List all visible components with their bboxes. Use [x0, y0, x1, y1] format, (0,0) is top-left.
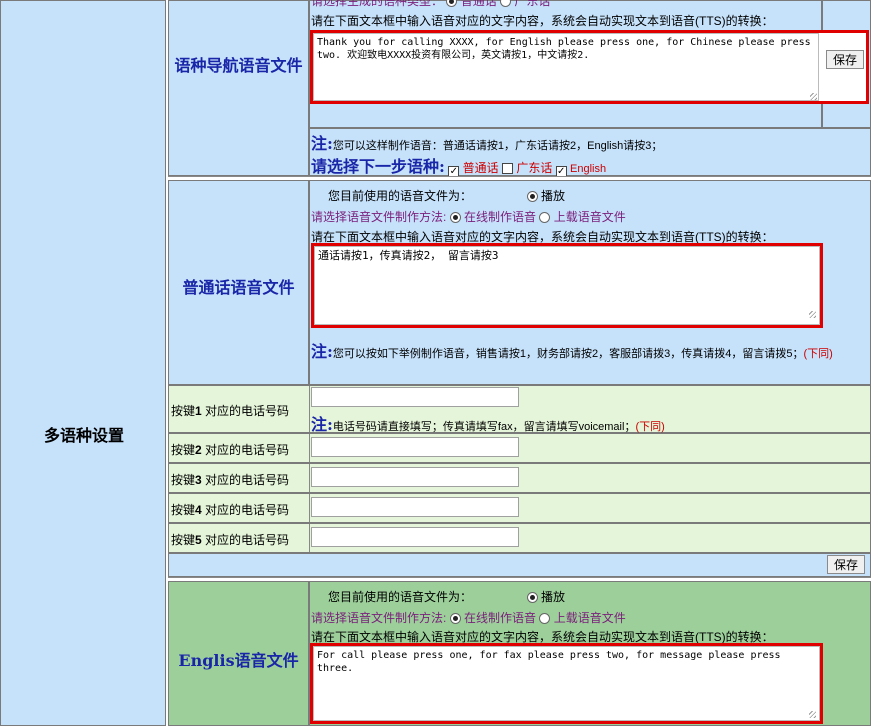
english-method-line: 请选择语音文件制作方法: 在线制作语音 上载语音文件: [311, 609, 626, 626]
english-upload-radio[interactable]: [539, 613, 551, 624]
next-opt-2-label: 广东话: [516, 161, 553, 175]
key-3-phone-input[interactable]: [311, 467, 519, 487]
mandarin-title-cell: 普通话语音文件: [168, 180, 309, 385]
english-section-title: Englis语音文件: [178, 651, 299, 670]
nav-save-button[interactable]: 保存: [826, 50, 864, 69]
nav-note-prefix: 注:: [311, 134, 333, 153]
key-row-5: 按键5 对应的电话号码: [168, 523, 871, 553]
key-row-5-label: 按键5 对应的电话号码: [171, 533, 290, 547]
key-row-3-label: 按键3 对应的电话号码: [171, 473, 290, 487]
english-title-cell: Englis语音文件: [168, 581, 309, 726]
multi-language-settings-label: 多语种设置: [43, 428, 124, 445]
key-row-2-label: 按键2 对应的电话号码: [171, 443, 290, 457]
english-current-file-label: 您目前使用的语音文件为：: [328, 590, 473, 604]
nav-note-line: 注:您可以这样制作语音：普通话请按1，广东话请按2，English请按3；: [311, 130, 662, 154]
key-5-phone-input[interactable]: [311, 527, 519, 547]
mandarin-upload-radio[interactable]: [539, 212, 551, 223]
english-play-radio[interactable]: [526, 592, 538, 603]
key-row-4-divider: [309, 494, 310, 522]
english-textarea-resize-grip[interactable]: [809, 711, 816, 718]
key-row-5-divider: [309, 524, 310, 552]
next-opt-2-checkbox[interactable]: [501, 163, 513, 174]
mandarin-textarea-resize-grip[interactable]: [809, 311, 816, 318]
nav-tts-instruction: 请在下面文本框中输入语音对应的文字内容，系统会自动实现文本到语音(TTS)的转换…: [311, 14, 774, 28]
partial-radio-2[interactable]: [500, 0, 512, 7]
nav-next-line: 请选择下一步语种: ✓ 普通话 广东话 ✓ English: [311, 153, 606, 177]
key-row-1-divider: [309, 386, 310, 432]
partial-opt2-label: 广东话: [514, 0, 551, 8]
key-row-4-label: 按键4 对应的电话号码: [171, 503, 290, 517]
nav-note-text: 您可以这样制作语音：普通话请按1，广东话请按2，English请按3；: [332, 140, 663, 152]
mandarin-save-button[interactable]: 保存: [827, 555, 865, 574]
key-2-phone-input[interactable]: [311, 437, 519, 457]
mandarin-play-radio[interactable]: [526, 191, 538, 202]
english-method-label: 请选择语音文件制作方法:: [311, 611, 447, 625]
english-play-label[interactable]: 播放: [541, 590, 565, 604]
nav-tts-textarea[interactable]: Thank you for calling XXXX, for English …: [313, 33, 819, 101]
english-online-radio[interactable]: [449, 613, 461, 624]
english-current-file-line: 您目前使用的语音文件为： 播放: [328, 588, 565, 605]
key-row-2-divider: [309, 434, 310, 462]
phone-note-text: 电话号码请直接填写；传真请填写fax，留言请填写voicemail；: [332, 421, 636, 433]
mandarin-note-line: 注:您可以按如下举例制作语音，销售请按1，财务部请按2，客服部请拨3，传真请拨4…: [311, 343, 867, 363]
mandarin-method-label: 请选择语音文件制作方法:: [311, 210, 447, 224]
key-row-4: 按键4 对应的电话号码: [168, 493, 871, 523]
nav-textarea-resize-grip[interactable]: [810, 93, 817, 100]
mandarin-section-title: 普通话语音文件: [182, 278, 295, 297]
english-online-label[interactable]: 在线制作语音: [464, 611, 536, 625]
mandarin-online-radio[interactable]: [449, 212, 461, 223]
mandarin-current-file-label: 您目前使用的语音文件为：: [328, 189, 473, 203]
partial-opt1-label: 普通话: [460, 0, 497, 8]
left-label-cell: 多语种设置: [0, 0, 166, 726]
key-row-2: 按键2 对应的电话号码: [168, 433, 871, 463]
english-tts-textarea[interactable]: For call please press one, for fax pleas…: [313, 646, 820, 721]
phone-note-line: 注:电话号码请直接填写；传真请填写fax，留言请填写voicemail；(下同): [311, 411, 665, 435]
mandarin-note-text: 您可以按如下举例制作语音，销售请按1，财务部请按2，客服部请拨3，传真请拨4，留…: [332, 348, 804, 360]
key-4-phone-input[interactable]: [311, 497, 519, 517]
key-row-3: 按键3 对应的电话号码: [168, 463, 871, 493]
phone-note-prefix: 注:: [311, 415, 333, 434]
english-upload-label[interactable]: 上载语音文件: [554, 611, 626, 625]
nav-section-title: 语种导航语音文件: [174, 56, 303, 75]
partial-line-text: 请选择生成的语种类型：: [311, 0, 444, 8]
phone-note-same: (下同): [635, 421, 665, 433]
partial-radio-1[interactable]: [446, 0, 458, 7]
mandarin-note-prefix: 注:: [311, 342, 333, 361]
nav-partial-line: 请选择生成的语种类型： 普通话 广东话: [311, 0, 550, 9]
mandarin-play-label[interactable]: 播放: [541, 189, 565, 203]
key-1-phone-input[interactable]: [311, 387, 519, 407]
next-language-prompt: 请选择下一步语种:: [311, 157, 445, 176]
key-row-1-label: 按键1 对应的电话号码: [171, 404, 290, 418]
next-opt-3-label: English: [570, 163, 607, 175]
mandarin-note-same: (下同): [803, 348, 833, 360]
mandarin-current-file-line: 您目前使用的语音文件为： 播放: [328, 187, 565, 204]
mandarin-online-label[interactable]: 在线制作语音: [464, 210, 536, 224]
mandarin-tts-textarea[interactable]: 通话请按1，传真请按2， 留言请按3: [314, 246, 820, 325]
mandarin-save-row: [168, 553, 871, 577]
nav-title-cell: 语种导航语音文件: [168, 0, 309, 176]
mandarin-method-line: 请选择语音文件制作方法: 在线制作语音 上载语音文件: [311, 208, 626, 225]
mandarin-upload-label[interactable]: 上载语音文件: [554, 210, 626, 224]
next-opt-1-label: 普通话: [462, 161, 499, 175]
key-row-3-divider: [309, 464, 310, 492]
